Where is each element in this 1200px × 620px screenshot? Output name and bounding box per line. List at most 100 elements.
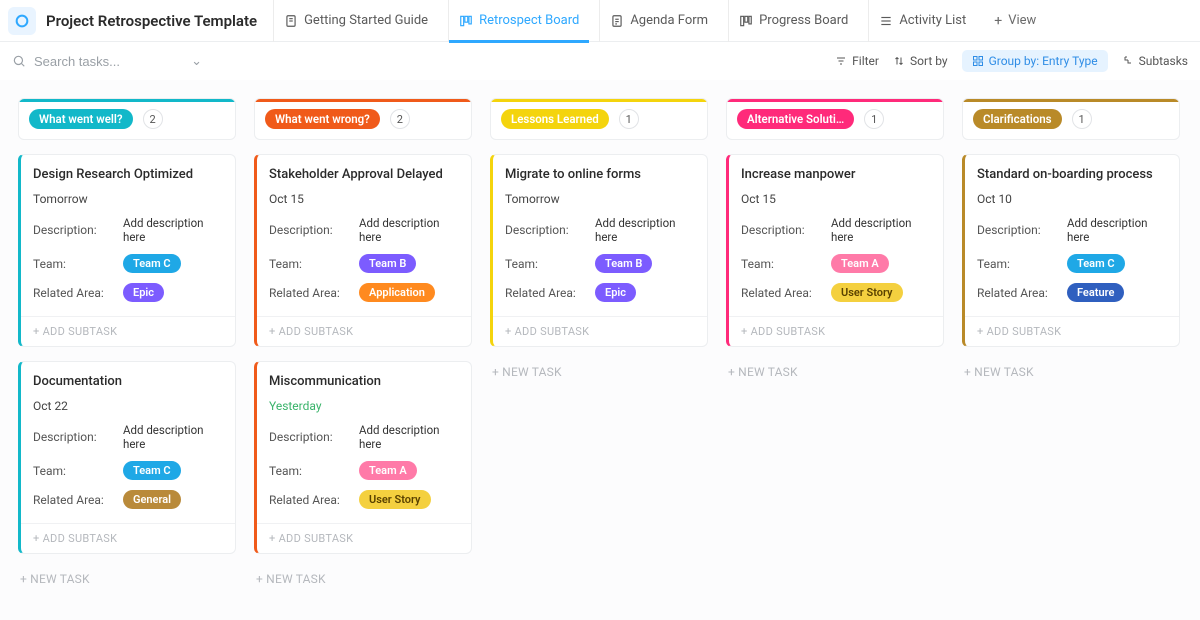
add-view-label: View [1008,13,1036,28]
area-pill[interactable]: Epic [123,283,164,302]
description-placeholder[interactable]: Add description here [359,216,459,244]
task-card[interactable]: DocumentationOct 22Description:Add descr… [18,361,236,554]
chevron-down-icon[interactable]: ⌄ [191,54,202,69]
add-subtask-button[interactable]: + ADD SUBTASK [21,523,235,553]
team-pill[interactable]: Team C [123,461,181,480]
column-label: Clarifications [973,109,1062,129]
description-placeholder[interactable]: Add description here [831,216,931,244]
card-date: Oct 10 [977,192,1167,206]
description-placeholder[interactable]: Add description here [123,216,223,244]
card-date: Oct 15 [269,192,459,206]
add-subtask-button[interactable]: + ADD SUBTASK [965,316,1179,346]
card-date: Oct 15 [741,192,931,206]
area-pill[interactable]: Epic [595,283,636,302]
area-pill[interactable]: User Story [359,490,431,509]
card-title: Miscommunication [269,374,459,389]
column: Alternative Soluti… 1 Increase manpower Oct… [726,98,944,383]
group-by-button[interactable]: Group by: Entry Type [962,50,1108,72]
column-header[interactable]: Clarifications 1 [962,98,1180,140]
new-task-button[interactable]: + NEW TASK [726,361,944,383]
subtasks-button[interactable]: Subtasks [1122,54,1188,68]
team-pill[interactable]: Team B [595,254,652,273]
task-card[interactable]: Migrate to online formsTomorrowDescripti… [490,154,708,347]
team-pill[interactable]: Team A [359,461,417,480]
search-box[interactable]: ⌄ [12,54,202,69]
column-header[interactable]: Lessons Learned 1 [490,98,708,140]
column-header[interactable]: Alternative Soluti… 1 [726,98,944,140]
sort-button[interactable]: Sort by [893,54,948,68]
tab-label: Activity List [899,13,966,28]
add-subtask-button[interactable]: + ADD SUBTASK [257,316,471,346]
field-label-team: Team: [741,257,817,271]
add-subtask-button[interactable]: + ADD SUBTASK [257,523,471,553]
new-task-button[interactable]: + NEW TASK [18,568,236,590]
column-label: Alternative Soluti… [737,109,854,129]
column-count: 1 [619,109,639,129]
sort-icon [893,55,905,67]
search-icon [12,54,26,68]
field-label-description: Description: [269,223,345,237]
card-title: Standard on-boarding process [977,167,1167,182]
description-placeholder[interactable]: Add description here [1067,216,1167,244]
area-pill[interactable]: User Story [831,283,903,302]
new-task-button[interactable]: + NEW TASK [962,361,1180,383]
team-pill[interactable]: Team B [359,254,416,273]
task-card[interactable]: MiscommunicationYesterdayDescription:Add… [254,361,472,554]
field-label-team: Team: [269,257,345,271]
kanban-board: What went well?2 Design Research Optimize… [0,80,1200,620]
field-label-area: Related Area: [33,286,109,300]
column: Clarifications 1 Standard on-boarding proc… [962,98,1180,383]
add-view-button[interactable]: + View [982,13,1048,29]
tab-agenda-form[interactable]: Agenda Form [599,0,718,42]
column-header[interactable]: What went wrong?2 [254,98,472,140]
card-title: Increase manpower [741,167,931,182]
new-task-button[interactable]: + NEW TASK [490,361,708,383]
tab-progress-board[interactable]: Progress Board [728,0,858,42]
area-pill[interactable]: General [123,490,181,509]
column-count: 1 [1072,109,1092,129]
task-card[interactable]: Stakeholder Approval Delayed Oct 15 Descri… [254,154,472,347]
new-task-button[interactable]: + NEW TASK [254,568,472,590]
field-label-area: Related Area: [505,286,581,300]
field-label-description: Description: [269,430,345,444]
team-pill[interactable]: Team C [123,254,181,273]
column-count: 1 [864,109,884,129]
field-label-team: Team: [505,257,581,271]
column: Lessons Learned 1 Migrate to online formsT… [490,98,708,383]
area-pill[interactable]: Feature [1067,283,1124,302]
task-card[interactable]: Standard on-boarding processOct 10Descri… [962,154,1180,347]
team-pill[interactable]: Team C [1067,254,1125,273]
description-placeholder[interactable]: Add description here [359,423,459,451]
group-icon [972,55,984,67]
field-label-description: Description: [505,223,581,237]
tab-icon [610,14,624,28]
task-card[interactable]: Increase manpower Oct 15 Description: Add d… [726,154,944,347]
view-tabs: Getting Started Guide Retrospect Board Age… [273,0,976,42]
card-title: Stakeholder Approval Delayed [269,167,459,182]
column-header[interactable]: What went well?2 [18,98,236,140]
field-label-description: Description: [33,223,109,237]
column-label: What went wrong? [265,109,380,129]
field-label-description: Description: [741,223,817,237]
field-label-team: Team: [33,464,109,478]
description-placeholder[interactable]: Add description here [595,216,695,244]
filter-button[interactable]: Filter [835,54,879,68]
add-subtask-button[interactable]: + ADD SUBTASK [493,316,707,346]
tab-activity-list[interactable]: Activity List [868,0,976,42]
field-label-area: Related Area: [33,493,109,507]
tab-getting-started-guide[interactable]: Getting Started Guide [273,0,438,42]
description-placeholder[interactable]: Add description here [123,423,223,451]
team-pill[interactable]: Team A [831,254,889,273]
field-label-team: Team: [269,464,345,478]
add-subtask-button[interactable]: + ADD SUBTASK [729,316,943,346]
area-pill[interactable]: Application [359,283,435,302]
column-label: Lessons Learned [501,109,609,129]
app-logo-icon [8,7,36,35]
page-title: Project Retrospective Template [46,12,257,30]
tab-label: Getting Started Guide [304,13,428,28]
add-subtask-button[interactable]: + ADD SUBTASK [21,316,235,346]
tab-retrospect-board[interactable]: Retrospect Board [448,0,589,42]
task-card[interactable]: Design Research OptimizedTomorrowDescrip… [18,154,236,347]
search-input[interactable] [34,54,174,69]
tab-label: Retrospect Board [479,13,579,28]
